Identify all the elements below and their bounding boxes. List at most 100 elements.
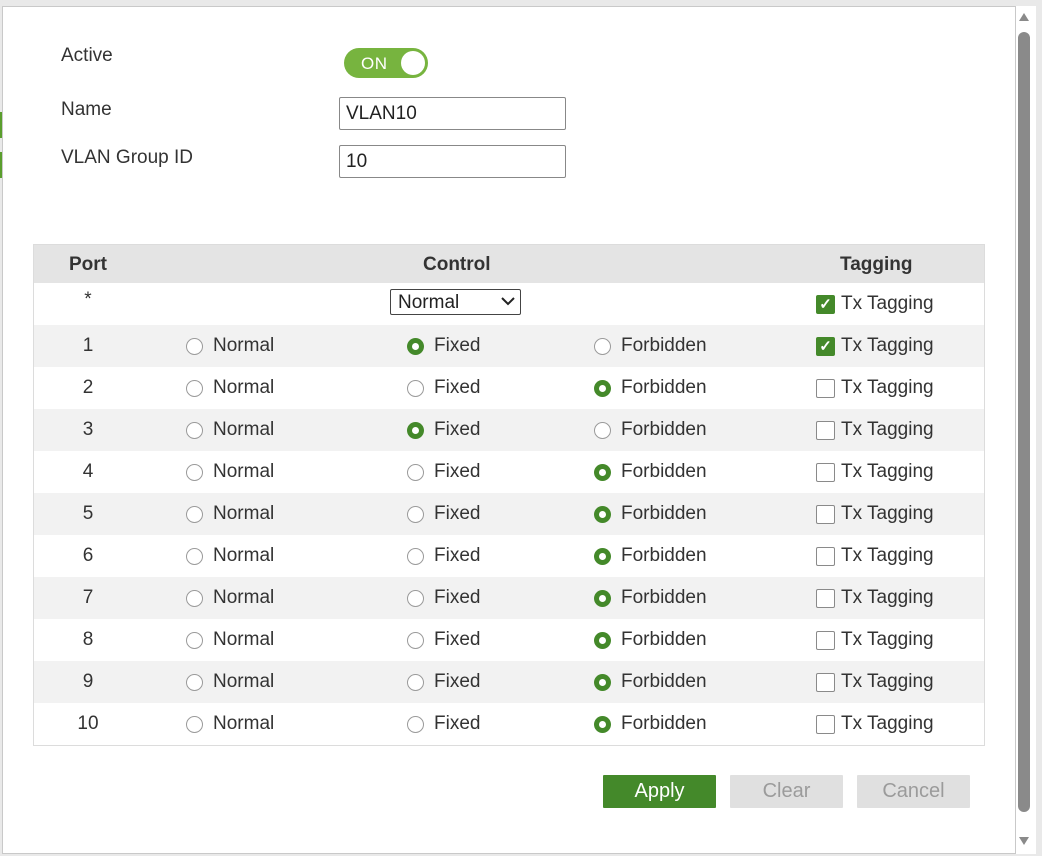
control-normal-radio[interactable] <box>186 379 203 397</box>
tx-tagging-option[interactable]: Tx Tagging <box>816 503 934 525</box>
control-normal-radio[interactable] <box>186 547 203 565</box>
control-fixed-radio[interactable] <box>407 505 424 523</box>
apply-button[interactable]: Apply <box>603 775 716 808</box>
control-forbidden-option[interactable]: Forbidden <box>594 377 707 399</box>
control-fixed-option[interactable]: Fixed <box>407 377 480 399</box>
control-normal-option[interactable]: Normal <box>186 545 274 567</box>
tx-tagging-option[interactable]: Tx Tagging <box>816 545 934 567</box>
toggle-state-text: ON <box>361 54 388 73</box>
control-normal-radio[interactable] <box>186 505 203 523</box>
control-normal-radio[interactable] <box>186 589 203 607</box>
control-forbidden-option[interactable]: Forbidden <box>594 671 707 693</box>
scroll-up-arrow-icon[interactable] <box>1018 12 1030 22</box>
control-forbidden-radio[interactable] <box>594 589 611 607</box>
control-fixed-option[interactable]: Fixed <box>407 419 480 441</box>
control-forbidden-radio[interactable] <box>594 715 611 733</box>
control-fixed-label: Fixed <box>434 587 481 608</box>
control-forbidden-option[interactable]: Forbidden <box>594 335 707 357</box>
tx-tagging-all-checkbox[interactable] <box>816 294 835 314</box>
control-normal-radio[interactable] <box>186 673 203 691</box>
control-fixed-option[interactable]: Fixed <box>407 629 480 651</box>
scrollbar[interactable] <box>1016 6 1036 854</box>
scroll-thumb[interactable] <box>1018 32 1030 812</box>
control-fixed-radio[interactable] <box>407 631 424 649</box>
control-forbidden-option[interactable]: Forbidden <box>594 629 707 651</box>
control-forbidden-option[interactable]: Forbidden <box>594 461 707 483</box>
tagging-column-header: Tagging <box>840 254 913 275</box>
control-forbidden-radio[interactable] <box>594 505 611 523</box>
control-fixed-option[interactable]: Fixed <box>407 545 480 567</box>
control-forbidden-radio[interactable] <box>594 673 611 691</box>
control-forbidden-radio[interactable] <box>594 463 611 481</box>
control-normal-option[interactable]: Normal <box>186 713 274 735</box>
control-normal-option[interactable]: Normal <box>186 671 274 693</box>
control-fixed-radio[interactable] <box>407 421 424 439</box>
control-fixed-radio[interactable] <box>407 589 424 607</box>
port-number: 5 <box>82 503 94 524</box>
tx-tagging-option[interactable]: Tx Tagging <box>816 377 934 399</box>
control-normal-radio[interactable] <box>186 631 203 649</box>
control-normal-radio[interactable] <box>186 337 203 355</box>
tx-tagging-checkbox[interactable] <box>816 546 835 566</box>
control-forbidden-radio[interactable] <box>594 631 611 649</box>
control-normal-option[interactable]: Normal <box>186 377 274 399</box>
tx-tagging-checkbox[interactable] <box>816 462 835 482</box>
control-select[interactable]: Normal <box>390 289 521 315</box>
control-forbidden-option[interactable]: Forbidden <box>594 503 707 525</box>
control-fixed-radio[interactable] <box>407 337 424 355</box>
control-forbidden-radio[interactable] <box>594 547 611 565</box>
tx-tagging-option[interactable]: Tx Tagging <box>816 587 934 609</box>
tx-tagging-option[interactable]: Tx Tagging <box>816 461 934 483</box>
control-normal-option[interactable]: Normal <box>186 587 274 609</box>
cancel-button[interactable]: Cancel <box>857 775 970 808</box>
tx-tagging-checkbox[interactable] <box>816 672 835 692</box>
port-number: 6 <box>82 545 94 566</box>
control-normal-option[interactable]: Normal <box>186 419 274 441</box>
control-forbidden-radio[interactable] <box>594 379 611 397</box>
clear-button[interactable]: Clear <box>730 775 843 808</box>
control-normal-option[interactable]: Normal <box>186 503 274 525</box>
tx-tagging-checkbox[interactable] <box>816 378 835 398</box>
control-forbidden-option[interactable]: Forbidden <box>594 545 707 567</box>
tx-tagging-option[interactable]: Tx Tagging <box>816 671 934 693</box>
tx-tagging-checkbox[interactable] <box>816 420 835 440</box>
vlan-group-id-input[interactable] <box>339 145 566 178</box>
control-fixed-option[interactable]: Fixed <box>407 587 480 609</box>
tx-tagging-all-option[interactable]: Tx Tagging <box>816 293 934 315</box>
control-normal-option[interactable]: Normal <box>186 461 274 483</box>
tx-tagging-option[interactable]: Tx Tagging <box>816 629 934 651</box>
tx-tagging-option[interactable]: Tx Tagging <box>816 335 934 357</box>
control-fixed-radio[interactable] <box>407 715 424 733</box>
control-normal-radio[interactable] <box>186 463 203 481</box>
control-forbidden-option[interactable]: Forbidden <box>594 419 707 441</box>
control-fixed-radio[interactable] <box>407 379 424 397</box>
control-fixed-option[interactable]: Fixed <box>407 671 480 693</box>
control-fixed-radio[interactable] <box>407 463 424 481</box>
tx-tagging-option[interactable]: Tx Tagging <box>816 713 934 735</box>
active-toggle[interactable]: ON <box>344 48 428 78</box>
tx-tagging-checkbox[interactable] <box>816 504 835 524</box>
control-fixed-option[interactable]: Fixed <box>407 335 480 357</box>
control-fixed-radio[interactable] <box>407 673 424 691</box>
control-forbidden-radio[interactable] <box>594 337 611 355</box>
table-row: 2 Normal Fixed Forbidden Tx Tagging <box>34 367 984 409</box>
name-input[interactable] <box>339 97 566 130</box>
control-fixed-radio[interactable] <box>407 547 424 565</box>
tx-tagging-checkbox[interactable] <box>816 714 835 734</box>
scroll-down-arrow-icon[interactable] <box>1018 836 1030 846</box>
tx-tagging-checkbox[interactable] <box>816 630 835 650</box>
control-normal-option[interactable]: Normal <box>186 629 274 651</box>
control-fixed-option[interactable]: Fixed <box>407 461 480 483</box>
control-forbidden-radio[interactable] <box>594 421 611 439</box>
control-forbidden-option[interactable]: Forbidden <box>594 713 707 735</box>
tx-tagging-checkbox[interactable] <box>816 336 835 356</box>
table-row: 1 Normal Fixed Forbidden Tx Tagging <box>34 325 984 367</box>
control-forbidden-option[interactable]: Forbidden <box>594 587 707 609</box>
control-fixed-option[interactable]: Fixed <box>407 503 480 525</box>
tx-tagging-checkbox[interactable] <box>816 588 835 608</box>
control-normal-radio[interactable] <box>186 421 203 439</box>
control-fixed-option[interactable]: Fixed <box>407 713 480 735</box>
tx-tagging-option[interactable]: Tx Tagging <box>816 419 934 441</box>
control-normal-option[interactable]: Normal <box>186 335 274 357</box>
control-normal-radio[interactable] <box>186 715 203 733</box>
